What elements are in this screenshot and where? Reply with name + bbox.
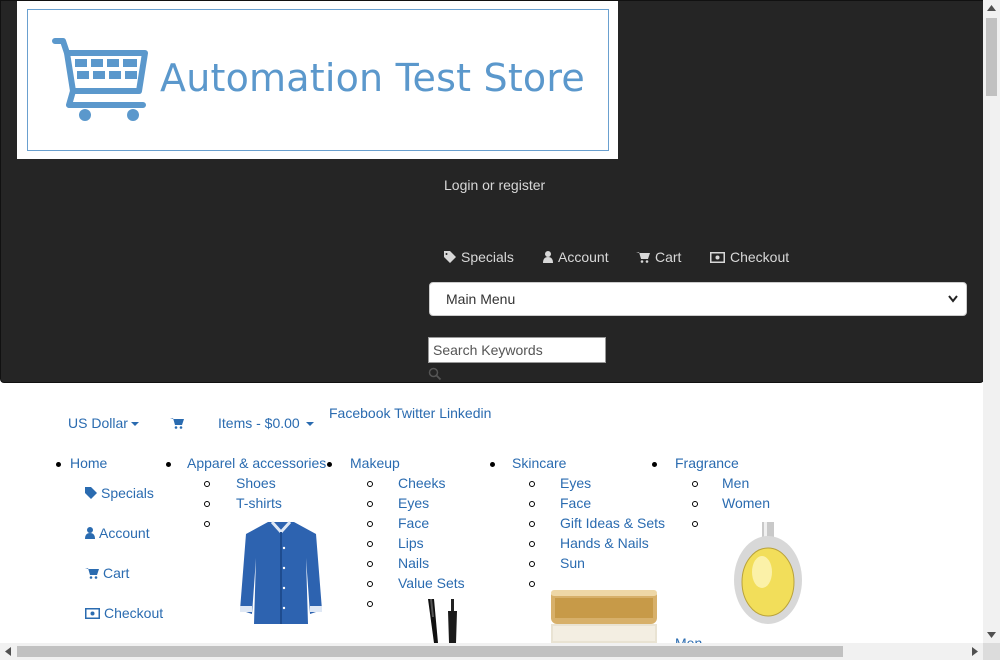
bullet [490,462,495,467]
bullet [529,481,535,487]
bullet [204,501,210,507]
side-link-account-label: Account [99,525,150,541]
scrollbar-corner [983,643,1000,660]
subcategory-lips[interactable]: Lips [398,535,424,551]
cart-items-label: Items - $0.00 [218,415,300,431]
bullet [529,501,535,507]
chevron-down-icon [948,295,958,303]
shirt-image[interactable] [238,518,324,628]
logo-text: Automation Test Store [160,56,585,100]
caret-down-icon [305,422,314,427]
user-icon [85,527,95,539]
currency-dropdown[interactable]: US Dollar [68,415,139,431]
subcategory-eyes[interactable]: Eyes [560,475,591,491]
currency-label: US Dollar [68,415,128,431]
bullet [56,462,61,467]
mascara-image[interactable] [424,597,464,643]
scroll-up-arrow-icon[interactable] [987,5,996,11]
category-apparel[interactable]: Apparel & accessories [187,455,326,471]
subcategory-value-sets[interactable]: Value Sets [398,575,465,591]
cart-logo-icon [52,38,148,121]
subcategory-sun[interactable]: Sun [560,555,585,571]
bullet [529,541,535,547]
subcategory-hands-nails[interactable]: Hands & Nails [560,535,649,551]
bullet [367,501,373,507]
subcategory-men[interactable]: Men [722,475,749,491]
nav-checkout[interactable]: Checkout [710,249,789,265]
subcategory-cheeks[interactable]: Cheeks [398,475,445,491]
nav-specials-label: Specials [461,249,514,265]
side-link-account[interactable]: Account [85,525,150,541]
category-skincare[interactable]: Skincare [512,455,566,471]
cart-icon [85,568,99,579]
bullet [166,462,171,467]
skincare-jar-image[interactable] [549,586,659,643]
bullet [367,581,373,587]
nav-account[interactable]: Account [543,249,609,265]
vertical-scrollbar[interactable] [983,0,1000,643]
nav-checkout-label: Checkout [730,249,790,265]
category-makeup[interactable]: Makeup [350,455,400,471]
side-link-checkout-label: Checkout [104,605,164,621]
money-icon [710,251,725,263]
main-menu-selected: Main Menu [446,291,516,307]
bullet [529,521,535,527]
scroll-down-arrow-icon[interactable] [987,632,996,638]
bullet [692,501,698,507]
bullet [327,462,332,467]
user-icon [543,251,553,263]
cart-icon [636,252,650,263]
social-links[interactable]: Facebook Twitter Linkedin [329,405,491,421]
money-icon [85,607,100,619]
cart-icon[interactable] [170,417,184,429]
side-link-cart-label: Cart [103,565,130,581]
bullet [367,561,373,567]
subcategory-eyes[interactable]: Eyes [398,495,429,511]
subcategory-women[interactable]: Women [722,495,770,511]
nav-specials[interactable]: Specials [444,249,514,265]
subcategory-nails[interactable]: Nails [398,555,429,571]
bullet [692,481,698,487]
main-menu-select[interactable]: Main Menu [429,282,967,316]
bullet [529,561,535,567]
search-icon[interactable] [428,367,442,381]
side-link-cart[interactable]: Cart [85,565,129,581]
bullet [692,521,698,527]
scroll-left-arrow-icon[interactable] [5,647,11,656]
category-home[interactable]: Home [70,455,107,471]
bullet [529,581,535,587]
nav-account-label: Account [558,249,609,265]
side-link-checkout[interactable]: Checkout [85,605,163,621]
side-link-specials[interactable]: Specials [85,485,154,501]
bullet [204,481,210,487]
nav-cart-label: Cart [655,249,682,265]
caret-down-icon [130,422,139,427]
scroll-right-arrow-icon[interactable] [972,647,978,656]
login-register-link[interactable]: Login or register [444,177,545,193]
horizontal-scrollbar[interactable] [0,643,983,660]
tag-icon [444,251,456,263]
bullet [367,481,373,487]
bullet [367,601,373,607]
subcategory-shoes[interactable]: Shoes [236,475,276,491]
side-link-specials-label: Specials [101,485,154,501]
nav-cart[interactable]: Cart [636,249,681,265]
tag-icon [85,487,97,499]
cart-items-dropdown[interactable]: Items - $0.00 [218,415,314,431]
bullet [367,521,373,527]
search-input[interactable] [428,337,606,363]
subcategory-face[interactable]: Face [398,515,429,531]
site-header: Automation Test Store Login or register … [0,0,984,383]
subcategory-face[interactable]: Face [560,495,591,511]
subcategory-gift-ideas[interactable]: Gift Ideas & Sets [560,515,665,531]
horizontal-scroll-thumb[interactable] [17,646,843,657]
vertical-scroll-thumb[interactable] [986,18,997,96]
subcategory-t-shirts[interactable]: T-shirts [236,495,282,511]
store-logo[interactable]: Automation Test Store [17,1,618,159]
perfume-bottle-image[interactable] [732,520,804,628]
bullet [652,462,657,467]
category-fragrance[interactable]: Fragrance [675,455,739,471]
bullet [204,521,210,527]
bullet [367,541,373,547]
